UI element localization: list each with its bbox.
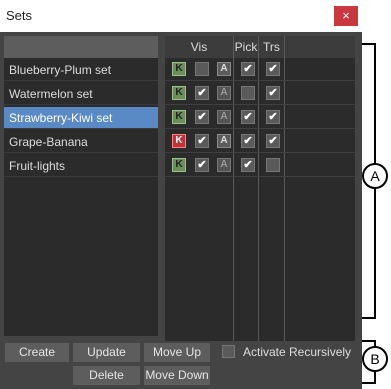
column-header-trs: Trs	[259, 36, 284, 58]
transformable-checkbox[interactable]	[266, 158, 280, 172]
row-divider	[165, 128, 355, 129]
activate-recursively-checkbox[interactable]	[222, 345, 235, 358]
sets-panel: Blueberry-Plum set Watermelon set Strawber…	[0, 32, 362, 389]
transformable-checkbox[interactable]	[266, 110, 280, 124]
list-item[interactable]: Blueberry-Plum set	[4, 59, 158, 81]
sets-list[interactable]: Blueberry-Plum set Watermelon set Strawber…	[4, 36, 158, 336]
activate-toggle[interactable]: A	[217, 110, 231, 124]
close-button[interactable]: ×	[334, 6, 358, 26]
callout-b: B	[362, 346, 388, 372]
column-divider	[233, 36, 234, 341]
row-divider	[165, 104, 355, 105]
column-header-empty	[285, 36, 355, 58]
keyable-toggle[interactable]: K	[172, 110, 186, 124]
column-header-pick: Pick	[234, 36, 258, 58]
list-item[interactable]: Grape-Banana	[4, 131, 158, 153]
activate-toggle[interactable]: A	[217, 86, 231, 100]
pickable-checkbox[interactable]	[241, 110, 255, 124]
column-divider	[258, 36, 259, 341]
visibility-checkbox[interactable]	[195, 110, 209, 124]
pickable-checkbox[interactable]	[241, 134, 255, 148]
update-button[interactable]: Update	[73, 343, 140, 362]
row-divider	[165, 152, 355, 153]
list-item[interactable]: Fruit-lights	[4, 155, 158, 177]
move-down-button[interactable]: Move Down	[144, 366, 210, 385]
move-up-button[interactable]: Move Up	[144, 343, 210, 362]
title-bar: Sets ×	[0, 0, 391, 32]
sets-list-header	[4, 36, 158, 58]
activate-toggle[interactable]: A	[217, 158, 231, 172]
visibility-checkbox[interactable]	[195, 86, 209, 100]
window-title: Sets	[6, 8, 33, 23]
list-item[interactable]: Watermelon set	[4, 83, 158, 105]
keyable-toggle[interactable]: K	[172, 86, 186, 100]
transformable-checkbox[interactable]	[266, 62, 280, 76]
pickable-checkbox[interactable]	[241, 86, 255, 100]
callout-a: A	[362, 163, 388, 189]
row-divider	[165, 80, 355, 81]
activate-toggle[interactable]: A	[217, 134, 231, 148]
list-item[interactable]: Strawberry-Kiwi set	[4, 107, 158, 129]
visibility-checkbox[interactable]	[195, 134, 209, 148]
transformable-checkbox[interactable]	[266, 86, 280, 100]
column-header-vis: Vis	[165, 36, 233, 58]
column-divider	[284, 36, 285, 341]
activate-toggle[interactable]: A	[217, 62, 231, 76]
activate-recursively-label: Activate Recursively	[243, 345, 352, 359]
visibility-checkbox[interactable]	[195, 62, 209, 76]
keyable-toggle[interactable]: K	[172, 62, 186, 76]
delete-button[interactable]: Delete	[73, 366, 140, 385]
keyable-toggle[interactable]: K	[172, 134, 186, 148]
create-button[interactable]: Create	[5, 343, 69, 362]
row-divider	[165, 176, 355, 177]
keyable-toggle[interactable]: K	[172, 158, 186, 172]
pickable-checkbox[interactable]	[241, 158, 255, 172]
flags-grid: Vis Pick Trs K A K A K A K A K A	[165, 36, 355, 341]
visibility-checkbox[interactable]	[195, 158, 209, 172]
pickable-checkbox[interactable]	[241, 62, 255, 76]
transformable-checkbox[interactable]	[266, 134, 280, 148]
